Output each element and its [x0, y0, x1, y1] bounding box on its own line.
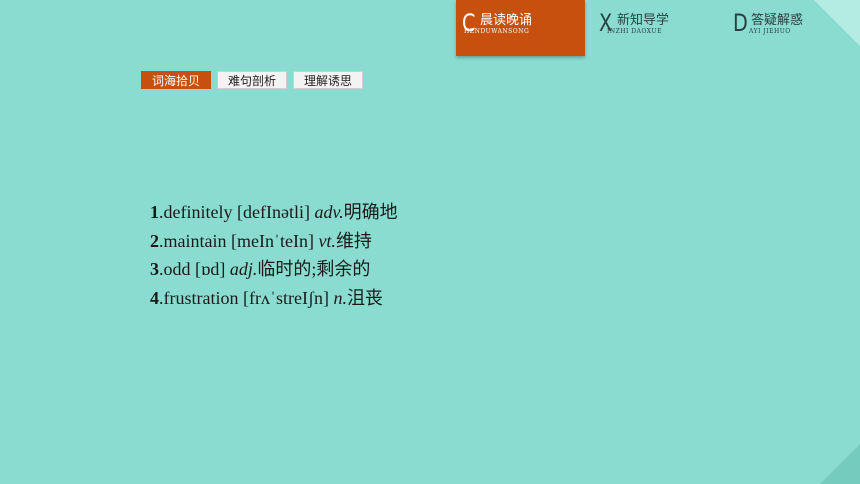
- vocab-meaning: 沮丧: [346, 287, 383, 308]
- nav-tab-dayi[interactable]: D 答疑解惑 AYI JIEHUO: [719, 0, 849, 56]
- vocab-item: 3.odd [ɒd] adj.临时的;剩余的: [150, 255, 398, 284]
- vocab-item: 2.maintain [meInˈteIn] vt.维持: [150, 227, 398, 256]
- subtab-cihai[interactable]: 词海拾贝: [141, 71, 212, 89]
- vocab-list: 1.definitely [defInətli] adv.明确地 2.maint…: [150, 198, 398, 312]
- vocab-word: .frustration: [159, 287, 243, 308]
- vocab-item: 4.frustration [frʌˈstreIʃn] n.沮丧: [150, 284, 398, 313]
- vocab-number: 1: [150, 202, 159, 222]
- vocab-phonetic: [frʌˈstreIʃn]: [242, 287, 334, 308]
- sub-tabs: 词海拾贝 难句剖析 理解诱思: [141, 71, 364, 89]
- vocab-number: 4: [150, 287, 159, 308]
- vocab-word: .maintain: [159, 230, 231, 251]
- nav-tab-pinyin: AYI JIEHUO: [749, 28, 791, 35]
- vocab-pos: n.: [333, 287, 347, 308]
- vocab-item: 1.definitely [defInətli] adv.明确地: [150, 198, 398, 227]
- nav-tab-label: 晨读晚诵: [480, 13, 533, 28]
- nav-tab-label: 答疑解惑: [751, 13, 804, 28]
- subtab-lijie[interactable]: 理解诱思: [293, 71, 364, 89]
- vocab-meaning: 明确地: [343, 202, 398, 222]
- vocab-phonetic: [ɒd]: [195, 259, 230, 279]
- vocab-phonetic: [defInətli]: [236, 202, 315, 222]
- nav-tab-chendu[interactable]: C 晨读晚诵 HENDUWANSONG: [456, 0, 585, 56]
- vocab-number: 2: [150, 230, 159, 251]
- top-nav: C 晨读晚诵 HENDUWANSONG X 新知导学 INZHI DAOXUE …: [456, 0, 849, 56]
- vocab-pos: adj.: [229, 259, 258, 279]
- subtab-nanju[interactable]: 难句剖析: [217, 71, 288, 89]
- nav-tab-letter: D: [733, 9, 748, 37]
- corner-decoration-bottom: [820, 444, 860, 484]
- nav-tab-xinzhi[interactable]: X 新知导学 INZHI DAOXUE: [585, 0, 719, 56]
- nav-tab-label: 新知导学: [617, 13, 670, 28]
- vocab-word: .definitely: [159, 202, 237, 222]
- vocab-meaning: 临时的;剩余的: [257, 259, 371, 279]
- vocab-pos: adv.: [314, 202, 344, 222]
- vocab-number: 3: [150, 259, 159, 279]
- vocab-phonetic: [meInˈteIn]: [230, 230, 319, 251]
- nav-tab-pinyin: INZHI DAOXUE: [607, 28, 662, 35]
- nav-tab-pinyin: HENDUWANSONG: [464, 28, 530, 35]
- vocab-meaning: 维持: [335, 230, 372, 251]
- vocab-pos: vt.: [318, 230, 336, 251]
- vocab-word: .odd: [159, 259, 195, 279]
